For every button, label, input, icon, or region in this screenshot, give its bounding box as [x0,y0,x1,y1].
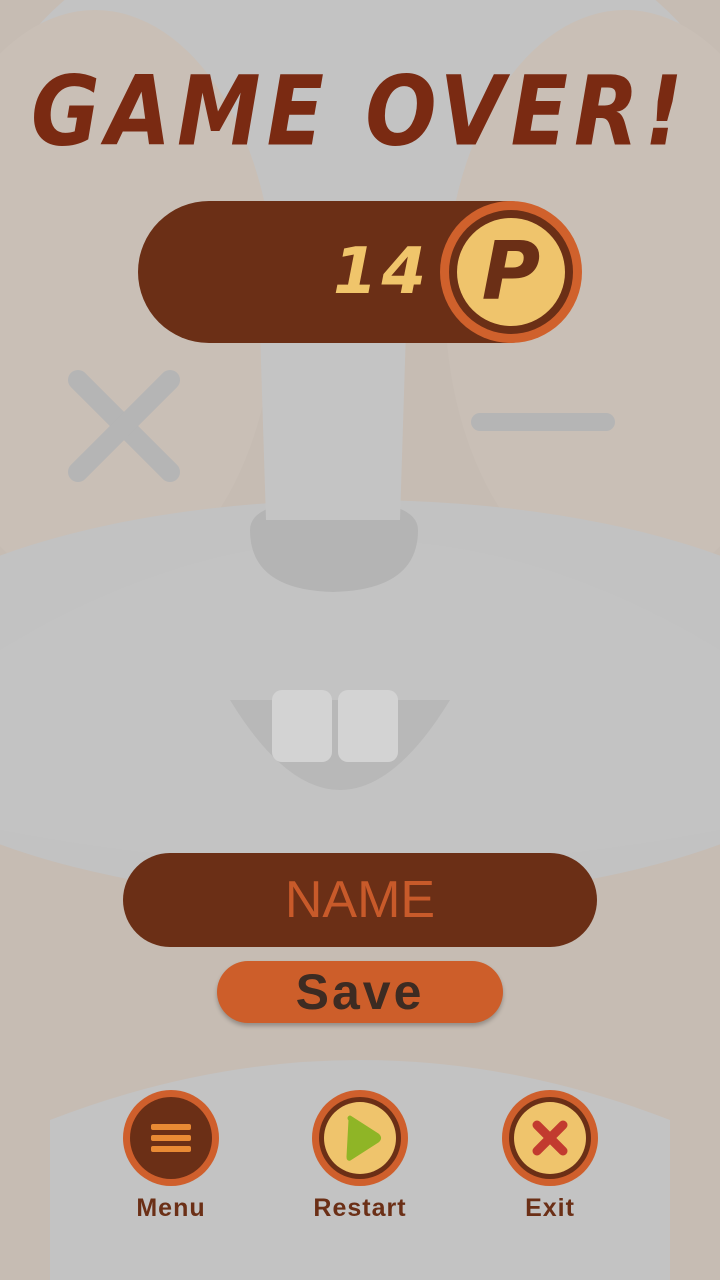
background-bunny-illustration [0,0,720,1280]
menu-icon [151,1124,191,1152]
exit-label: Exit [525,1194,575,1222]
menu-button[interactable] [123,1090,219,1186]
name-input[interactable] [123,853,597,947]
menu-control: Menu [123,1090,219,1223]
restart-button[interactable] [312,1090,408,1186]
exit-control: Exit [502,1090,598,1223]
close-icon [532,1120,568,1156]
restart-control: Restart [312,1090,408,1223]
game-over-title: GAME OVER! [31,55,689,168]
points-coin-icon: P [440,201,582,343]
save-button[interactable]: Save [217,961,503,1023]
restart-label: Restart [313,1194,407,1222]
coin-letter: P [457,218,565,326]
exit-button[interactable] [502,1090,598,1186]
score-value: 14 [332,235,430,309]
menu-label: Menu [136,1194,206,1222]
play-icon [346,1115,381,1161]
